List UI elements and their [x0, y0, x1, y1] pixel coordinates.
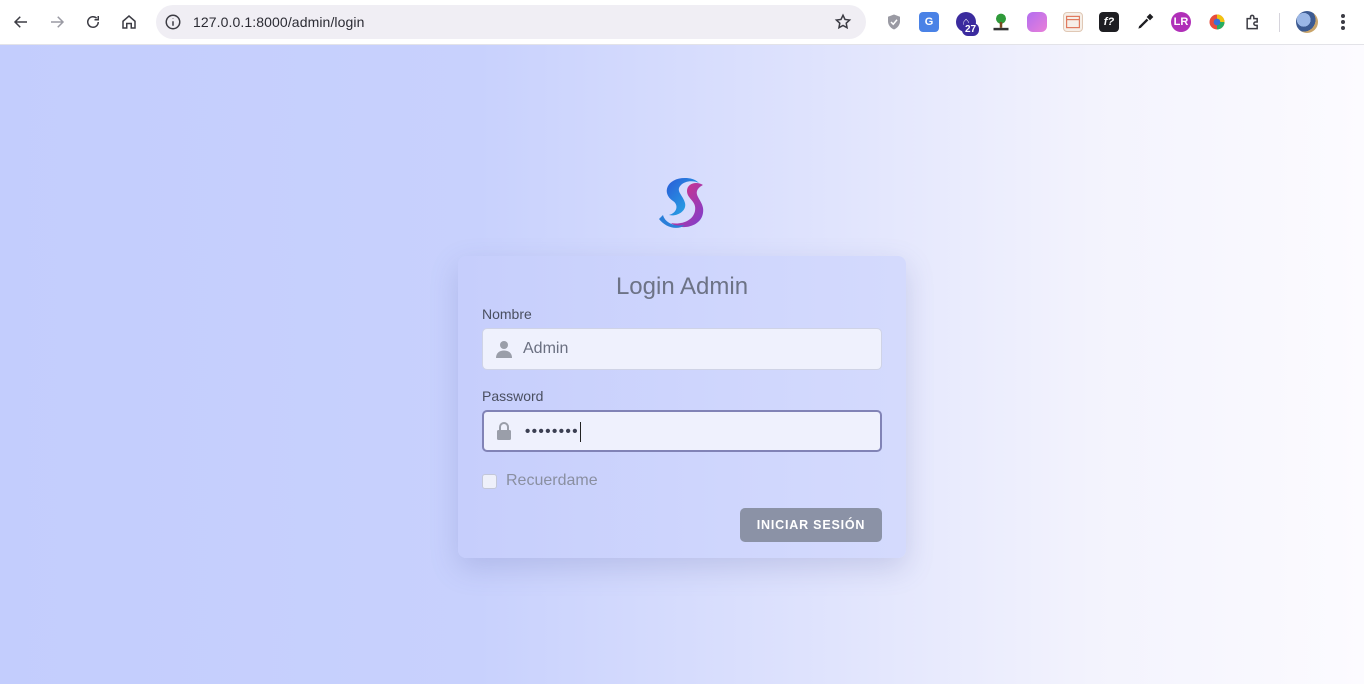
user-icon — [496, 341, 512, 358]
reload-icon[interactable] — [81, 10, 105, 34]
app-logo — [659, 178, 704, 228]
profile-avatar[interactable] — [1296, 11, 1318, 33]
extensions-puzzle-icon[interactable] — [1243, 12, 1263, 32]
remember-checkbox[interactable] — [482, 473, 497, 489]
gradient-extension-icon[interactable] — [1027, 12, 1047, 32]
translate-extension-icon[interactable]: G — [919, 12, 939, 32]
lr-extension-icon[interactable]: LR — [1171, 12, 1191, 32]
html-tree-extension-icon[interactable] — [991, 12, 1011, 32]
text-caret — [580, 422, 582, 442]
home-icon[interactable] — [117, 10, 141, 34]
forward-icon[interactable] — [45, 10, 69, 34]
card-title: Login Admin — [615, 273, 749, 300]
browser-toolbar: 127.0.0.1:8000/admin/login G ⌂ 27 f? LR — [0, 0, 1364, 45]
color-picker-extension-icon[interactable] — [1135, 12, 1155, 32]
password-value: •••••••• — [525, 422, 582, 442]
name-field[interactable]: Admin — [482, 328, 882, 370]
multicolor-extension-icon[interactable] — [1207, 12, 1227, 32]
login-card: Login Admin Nombre Admin Password ••••••… — [458, 256, 906, 558]
login-page: Login Admin Nombre Admin Password ••••••… — [0, 45, 1364, 684]
url-text: 127.0.0.1:8000/admin/login — [193, 14, 365, 30]
extension-badge: 27 — [962, 23, 980, 36]
name-value: Admin — [523, 340, 569, 357]
name-label: Nombre — [482, 306, 532, 322]
address-bar[interactable]: 127.0.0.1:8000/admin/login — [156, 5, 866, 39]
site-info-icon[interactable] — [164, 13, 182, 31]
more-menu-icon[interactable] — [1333, 11, 1353, 33]
toolbar-divider — [1279, 13, 1280, 32]
password-field[interactable]: •••••••• — [482, 410, 882, 452]
bookmark-star-icon[interactable] — [834, 13, 852, 31]
window-extension-icon[interactable] — [1063, 12, 1083, 32]
login-submit-button[interactable]: INICIAR SESIÓN — [740, 508, 882, 542]
password-label: Password — [482, 388, 544, 404]
remember-me[interactable]: Recuerdame — [482, 472, 598, 490]
remember-label: Recuerdame — [506, 472, 598, 489]
font-extension-icon[interactable]: f? — [1099, 12, 1119, 32]
shield-extension-icon[interactable] — [884, 12, 904, 32]
lock-icon — [497, 422, 511, 440]
back-icon[interactable] — [9, 10, 33, 34]
